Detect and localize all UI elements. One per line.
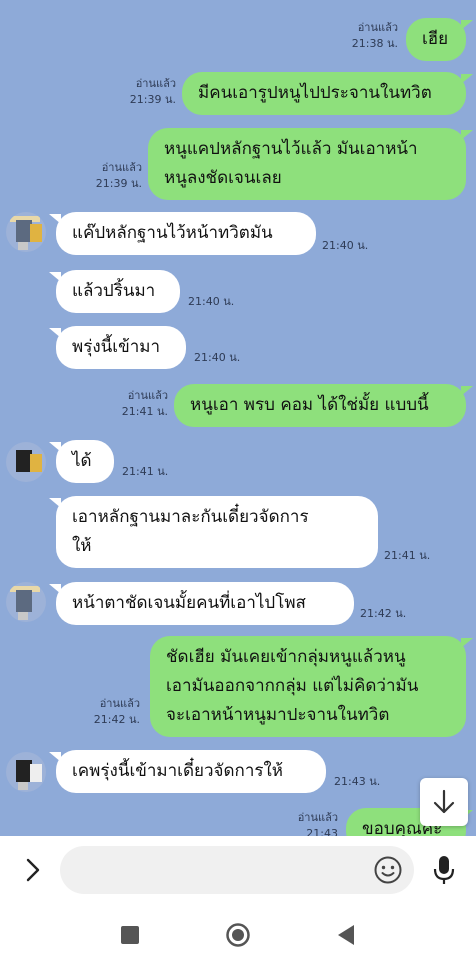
message-meta: อ่านแล้ว 21:39 น.: [52, 160, 142, 192]
message-text: หนูแคปหลักฐานไว้แล้ว มันเอาหน้า: [164, 139, 418, 159]
message-time: 21:38 น.: [351, 37, 398, 50]
message-time: 21:41 น.: [122, 465, 169, 478]
message-meta: อ่านแล้ว 21:43: [248, 810, 338, 836]
message-row: อ่านแล้ว 21:41 น. หนูเอา พรบ คอม ได้ใช่ม…: [0, 384, 476, 430]
incoming-message-bubble[interactable]: พรุ่งนี้เข้ามา: [49, 326, 186, 369]
chevron-right-icon: [26, 858, 40, 882]
emoji-button[interactable]: [372, 854, 404, 886]
avatar-image-part: [18, 242, 28, 250]
incoming-message-bubble[interactable]: เคพรุ่งนี้เข้ามาเดี๋ยวจัดการให้: [49, 750, 326, 793]
incoming-message-bubble[interactable]: แค๊ปหลักฐานไว้หน้าทวิตมัน: [49, 212, 316, 255]
message-meta: อ่านแล้ว 21:42 น.: [50, 696, 140, 728]
message-row: แล้วปริ้นมา 21:40 น.: [0, 270, 476, 316]
message-text: พรุ่งนี้เข้ามา: [72, 337, 160, 357]
avatar-image-part: [18, 612, 28, 620]
voice-message-button[interactable]: [428, 852, 460, 888]
message-text: เอามันออกจากกลุ่ม แต่ไม่คิดว่ามัน: [166, 676, 419, 696]
message-row: ได้ 21:41 น.: [0, 440, 476, 486]
read-receipt: อ่านแล้ว: [135, 77, 176, 90]
message-text: แล้วปริ้นมา: [72, 281, 156, 301]
avatar[interactable]: [6, 582, 46, 622]
incoming-message-bubble[interactable]: แล้วปริ้นมา: [49, 270, 180, 313]
home-button[interactable]: [223, 920, 253, 950]
outgoing-message-bubble[interactable]: ชัดเฮีย มันเคยเข้ากลุ่มหนูแล้วหนู เอามัน…: [150, 636, 473, 737]
message-row: เคพรุ่งนี้เข้ามาเดี๋ยวจัดการให้ 21:43 น.: [0, 750, 476, 796]
message-row: พรุ่งนี้เข้ามา 21:40 น.: [0, 326, 476, 372]
read-receipt: อ่านแล้ว: [101, 161, 142, 174]
message-text: จะเอาหน้าหนูมาปะจานในทวิต: [166, 705, 390, 725]
microphone-icon: [433, 856, 455, 884]
avatar[interactable]: [6, 442, 46, 482]
back-button[interactable]: [331, 920, 361, 950]
message-text: ได้: [72, 451, 92, 471]
expand-menu-button[interactable]: [18, 852, 48, 888]
triangle-back-icon: [338, 925, 354, 945]
message-row: อ่านแล้ว 21:42 น. ชัดเฮีย มันเคยเข้ากลุ่…: [0, 636, 476, 740]
read-receipt: อ่านแล้ว: [297, 811, 338, 824]
message-time: 21:41 น.: [384, 549, 431, 562]
avatar-image-part: [30, 224, 42, 242]
read-receipt: อ่านแล้ว: [127, 389, 168, 402]
arrow-down-icon: [433, 789, 455, 814]
message-text: เอาหลักฐานมาละกันเดี๋ยวจัดการ: [72, 507, 309, 527]
square-icon: [121, 926, 139, 944]
avatar-image-part: [30, 454, 42, 472]
chat-area[interactable]: อ่านแล้ว 21:38 น. เฮีย อ่านแล้ว 21:39 น.…: [0, 0, 476, 836]
message-text: หนูลงชัดเจนเลย: [164, 168, 282, 188]
smiley-icon: [374, 856, 402, 884]
outgoing-message-bubble[interactable]: หนูแคปหลักฐานไว้แล้ว มันเอาหน้า หนูลงชัด…: [148, 128, 473, 200]
message-row: อ่านแล้ว 21:39 น. มีคนเอารูปหนูไปประจานใ…: [0, 72, 476, 118]
circle-icon: [226, 923, 250, 947]
read-receipt: อ่านแล้ว: [99, 697, 140, 710]
message-time: 21:39 น.: [129, 93, 176, 106]
scroll-to-bottom-button[interactable]: [420, 778, 468, 826]
message-row: แค๊ปหลักฐานไว้หน้าทวิตมัน 21:40 น.: [0, 212, 476, 260]
message-text: ชัดเฮีย มันเคยเข้ากลุ่มหนูแล้วหนู: [166, 647, 406, 667]
outgoing-message-bubble[interactable]: เฮีย: [406, 18, 473, 61]
message-text: เฮีย: [422, 29, 449, 49]
avatar[interactable]: [6, 752, 46, 792]
outgoing-message-bubble[interactable]: หนูเอา พรบ คอม ได้ใช่มั้ย แบบนี้: [174, 384, 473, 427]
system-navigation-bar: [0, 906, 476, 962]
message-input[interactable]: [60, 846, 414, 894]
incoming-message-bubble[interactable]: ได้: [49, 440, 114, 483]
message-meta: อ่านแล้ว 21:39 น.: [86, 76, 176, 108]
message-row: อ่านแล้ว 21:38 น. เฮีย: [0, 18, 476, 64]
message-text: ให้: [72, 536, 92, 556]
avatar-image-part: [18, 782, 28, 790]
message-meta: อ่านแล้ว 21:38 น.: [308, 20, 398, 52]
message-time: 21:43: [306, 827, 338, 836]
message-row: หน้าตาชัดเจนมั้ยคนที่เอาไปโพส 21:42 น.: [0, 582, 476, 628]
avatar[interactable]: [6, 212, 46, 252]
read-receipt: อ่านแล้ว: [357, 21, 398, 34]
message-time: 21:39 น.: [95, 177, 142, 190]
outgoing-message-bubble[interactable]: มีคนเอารูปหนูไปประจานในทวิต: [182, 72, 473, 115]
message-time: 21:40 น.: [322, 239, 369, 252]
avatar-image-part: [30, 764, 42, 782]
message-meta: อ่านแล้ว 21:41 น.: [78, 388, 168, 420]
message-time: 21:40 น.: [188, 295, 235, 308]
message-row: เอาหลักฐานมาละกันเดี๋ยวจัดการ ให้ 21:41 …: [0, 496, 476, 572]
message-time: 21:41 น.: [121, 405, 168, 418]
avatar-image-part: [16, 590, 32, 612]
incoming-message-bubble[interactable]: เอาหลักฐานมาละกันเดี๋ยวจัดการ ให้: [49, 496, 378, 568]
recents-button[interactable]: [115, 920, 145, 950]
incoming-message-bubble[interactable]: หน้าตาชัดเจนมั้ยคนที่เอาไปโพส: [49, 582, 354, 625]
message-time: 21:42 น.: [360, 607, 407, 620]
message-input-bar: [0, 836, 476, 906]
message-text: หน้าตาชัดเจนมั้ยคนที่เอาไปโพส: [72, 593, 306, 613]
message-text: มีคนเอารูปหนูไปประจานในทวิต: [198, 83, 432, 103]
message-time: 21:43 น.: [334, 775, 381, 788]
message-text: เคพรุ่งนี้เข้ามาเดี๋ยวจัดการให้: [72, 761, 284, 781]
message-time: 21:40 น.: [194, 351, 241, 364]
message-text: แค๊ปหลักฐานไว้หน้าทวิตมัน: [72, 223, 273, 243]
message-row: อ่านแล้ว 21:43 ขอบคุณคะ: [0, 808, 476, 836]
message-text: หนูเอา พรบ คอม ได้ใช่มั้ย แบบนี้: [190, 395, 429, 415]
message-row: อ่านแล้ว 21:39 น. หนูแคปหลักฐานไว้แล้ว ม…: [0, 128, 476, 204]
message-time: 21:42 น.: [93, 713, 140, 726]
